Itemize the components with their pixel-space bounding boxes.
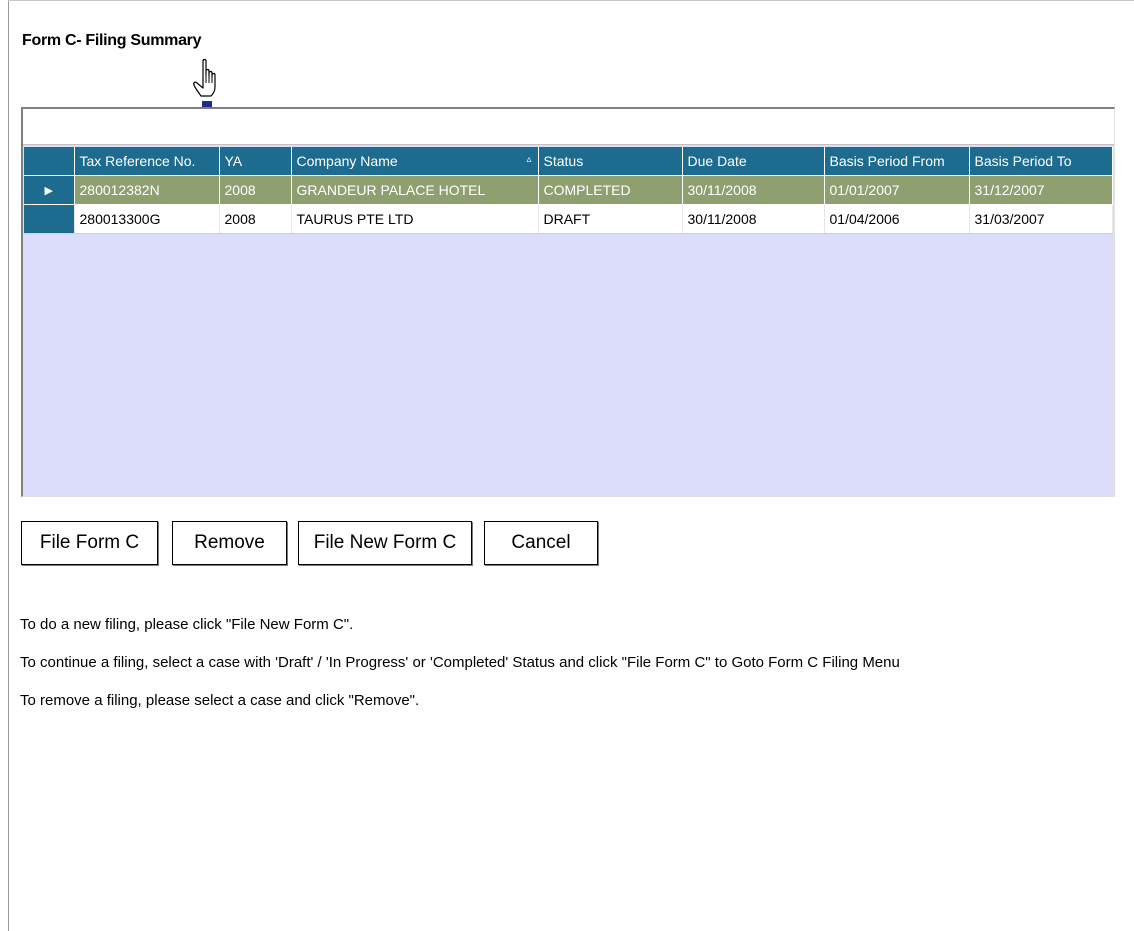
row-selector-header: [24, 147, 75, 176]
instruction-new-filing: To do a new filing, please click "File N…: [20, 616, 354, 633]
cell-status[interactable]: COMPLETED: [538, 175, 683, 205]
cell-ya[interactable]: 2008: [219, 204, 292, 234]
column-header-basis-period-from[interactable]: Basis Period From: [824, 147, 970, 176]
cell-company-name[interactable]: GRANDEUR PALACE HOTEL: [291, 175, 539, 205]
cell-ya[interactable]: 2008: [219, 175, 292, 205]
remove-button[interactable]: Remove: [172, 521, 287, 565]
filing-table: Tax Reference No. YA Company Name ▵ Statu…: [24, 147, 1113, 234]
cell-due-date[interactable]: 30/11/2008: [682, 204, 825, 234]
cell-company-name[interactable]: TAURUS PTE LTD: [291, 204, 539, 234]
cancel-button[interactable]: Cancel: [484, 521, 598, 565]
row-selector-cell[interactable]: [24, 204, 75, 234]
filing-summary-grid[interactable]: Tax Reference No. YA Company Name ▵ Statu…: [21, 107, 1115, 497]
instruction-continue-filing: To continue a filing, select a case with…: [20, 654, 900, 671]
table-header-row: Tax Reference No. YA Company Name ▵ Statu…: [24, 147, 1113, 176]
cell-due-date[interactable]: 30/11/2008: [682, 175, 825, 205]
column-header-tax-reference[interactable]: Tax Reference No.: [74, 147, 220, 176]
cell-tax-reference[interactable]: 280012382N: [74, 175, 220, 205]
table-row[interactable]: ▶ 280012382N 2008 GRANDEUR PALACE HOTEL …: [24, 175, 1113, 205]
window-top-border: [8, 0, 1134, 1]
cell-basis-period-to[interactable]: 31/03/2007: [969, 204, 1113, 234]
page-title: Form C- Filing Summary: [22, 32, 202, 49]
column-header-status[interactable]: Status: [538, 147, 683, 176]
grid-group-bar: [23, 109, 1114, 145]
file-form-c-button[interactable]: File Form C: [21, 521, 158, 565]
cell-basis-period-from[interactable]: 01/04/2006: [824, 204, 970, 234]
file-new-form-c-button[interactable]: File New Form C: [298, 521, 472, 565]
column-header-company-name[interactable]: Company Name ▵: [291, 147, 539, 176]
column-header-basis-period-to[interactable]: Basis Period To: [969, 147, 1113, 176]
cell-basis-period-to[interactable]: 31/12/2007: [969, 175, 1113, 205]
hand-pointer-icon: [193, 58, 216, 109]
current-row-pointer-icon: ▶: [24, 175, 75, 205]
column-header-ya[interactable]: YA: [219, 147, 292, 176]
column-header-due-date[interactable]: Due Date: [682, 147, 825, 176]
instruction-remove-filing: To remove a filing, please select a case…: [20, 692, 420, 709]
cell-basis-period-from[interactable]: 01/01/2007: [824, 175, 970, 205]
cell-tax-reference[interactable]: 280013300G: [74, 204, 220, 234]
sort-ascending-icon: ▵: [526, 154, 532, 165]
table-row[interactable]: 280013300G 2008 TAURUS PTE LTD DRAFT 30/…: [24, 204, 1113, 234]
window-left-border: [8, 0, 9, 931]
column-header-label: Company Name: [296, 153, 398, 169]
cell-status[interactable]: DRAFT: [538, 204, 683, 234]
